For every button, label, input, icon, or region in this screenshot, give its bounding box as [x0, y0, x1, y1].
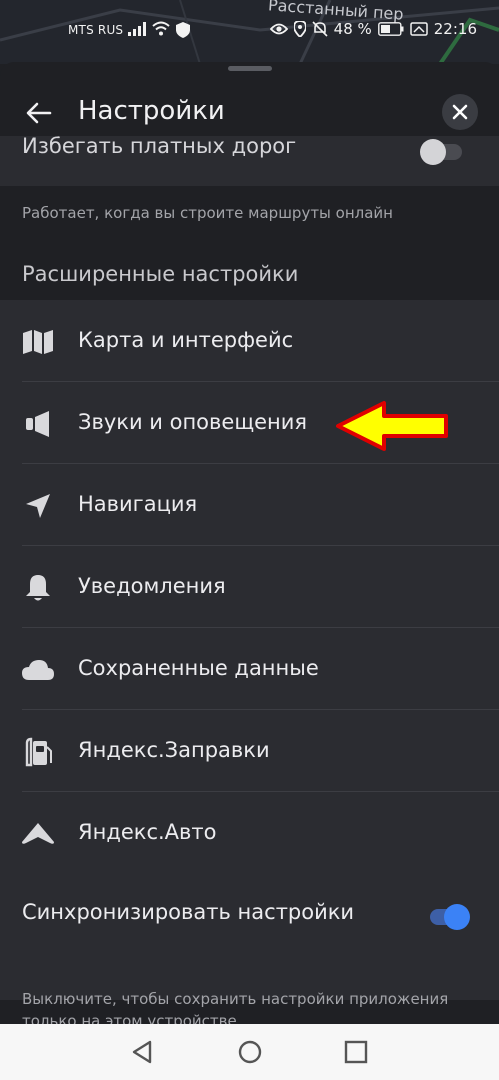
home-circle-icon[interactable] [236, 1038, 264, 1066]
battery-percent: 48 % [333, 20, 372, 38]
eye-icon [269, 23, 288, 35]
system-navigation-bar [0, 1024, 499, 1080]
menu-item-saved-data[interactable]: Сохраненные данные [0, 628, 499, 710]
clock: 22:16 [433, 20, 477, 38]
menu-item-label: Сохраненные данные [78, 656, 319, 680]
close-button[interactable] [442, 94, 478, 130]
menu-item-label: Яндекс.Заправки [78, 738, 270, 762]
wifi-icon [152, 21, 170, 36]
menu-item-yandex-auto[interactable]: Яндекс.Авто [0, 792, 499, 874]
toll-roads-hint: Работает, когда вы строите маршруты онла… [22, 204, 393, 222]
muted-bell-icon [312, 21, 328, 37]
battery-icon [377, 22, 404, 36]
menu-item-yandex-fuel[interactable]: Яндекс.Заправки [0, 710, 499, 792]
menu-item-label: Карта и интерфейс [78, 328, 294, 352]
menu-item-notifications[interactable]: Уведомления [0, 546, 499, 628]
sync-settings-label: Синхронизировать настройки [22, 900, 355, 924]
menu-item-label: Яндекс.Авто [78, 820, 217, 844]
menu-item-navigation[interactable]: Навигация [0, 464, 499, 546]
settings-sheet: Настройки Избегать платных дорог Работае… [0, 62, 499, 1024]
toggle-knob [444, 904, 470, 930]
menu-item-label: Навигация [78, 492, 198, 516]
shield-icon [176, 22, 190, 38]
advanced-settings-heading: Расширенные настройки [22, 262, 299, 286]
signal-icon [128, 22, 146, 36]
drag-handle[interactable] [228, 66, 272, 71]
bell-icon [20, 572, 56, 604]
sync-settings-toggle[interactable] [430, 904, 470, 930]
toggle-knob [420, 139, 446, 165]
navigation-arrow-icon [20, 490, 56, 522]
sync-settings-hint: Выключите, чтобы сохранить настройки при… [22, 990, 449, 1024]
status-bar: MTS RUS 48 % 22:16 [0, 18, 499, 46]
carrier-name: MTS RUS [68, 23, 124, 37]
menu-item-label: Звуки и оповещения [78, 410, 308, 434]
advanced-settings-list: Карта и интерфейс Звуки и оповещения Нав… [0, 300, 499, 870]
map-icon [20, 326, 56, 358]
car-chevron-icon [20, 818, 56, 850]
toll-roads-row[interactable]: Избегать платных дорог [0, 136, 499, 186]
back-triangle-icon[interactable] [128, 1038, 156, 1066]
annotation-arrow-icon [336, 401, 448, 451]
toll-roads-toggle[interactable] [420, 139, 462, 165]
close-icon [452, 104, 468, 120]
page-title: Настройки [78, 96, 225, 126]
location-icon [293, 21, 306, 37]
sync-settings-row[interactable]: Синхронизировать настройки [0, 870, 499, 1000]
fuel-pump-icon [20, 736, 56, 768]
menu-item-map-interface[interactable]: Карта и интерфейс [0, 300, 499, 382]
toll-roads-label: Избегать платных дорог [22, 136, 297, 158]
speaker-icon [20, 408, 56, 440]
recents-square-icon[interactable] [342, 1038, 370, 1066]
cloud-icon [20, 654, 56, 686]
back-arrow-icon[interactable] [22, 96, 56, 130]
menu-item-label: Уведомления [78, 574, 226, 598]
cast-icon [410, 22, 428, 36]
